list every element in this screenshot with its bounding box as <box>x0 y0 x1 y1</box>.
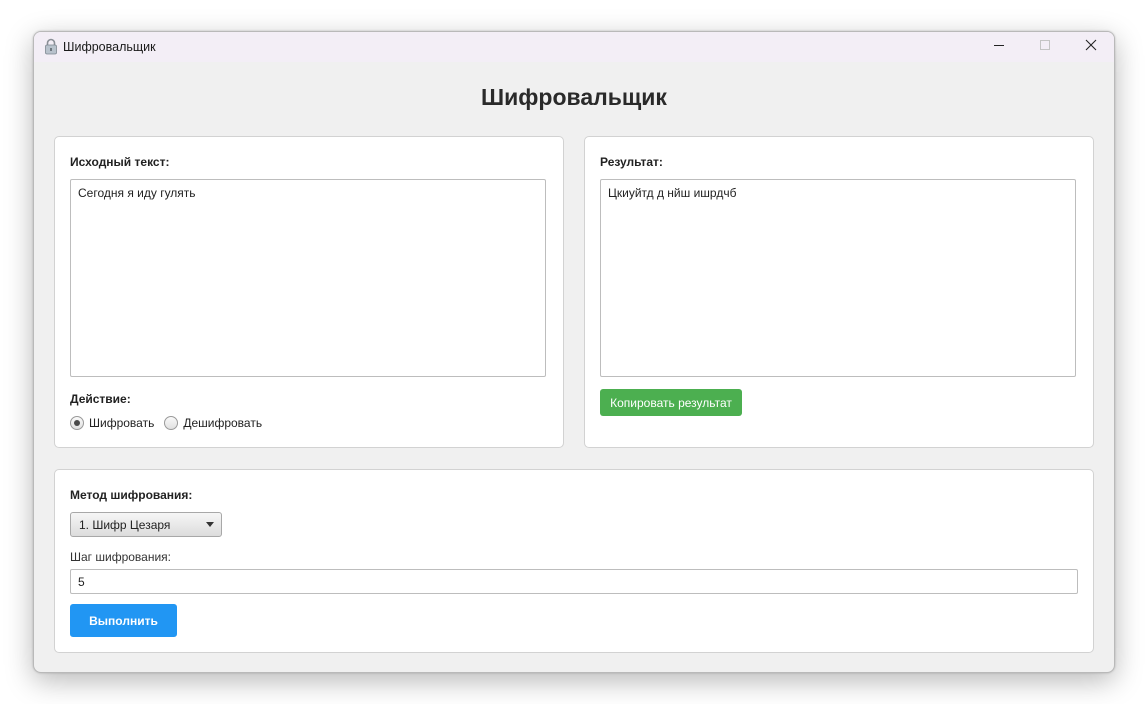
radio-decrypt-indicator[interactable] <box>164 416 179 430</box>
maximize-icon <box>1039 38 1051 56</box>
minimize-button[interactable] <box>976 32 1022 62</box>
maximize-button[interactable] <box>1022 32 1068 62</box>
source-textarea[interactable]: Сегодня я иду гулять <box>70 179 546 377</box>
copy-result-button[interactable]: Копировать результат <box>600 389 742 416</box>
method-panel: Метод шифрования: 1. Шифр Цезаря Шаг шиф… <box>54 469 1094 653</box>
step-input[interactable]: 5 <box>70 569 1078 594</box>
close-button[interactable] <box>1068 32 1114 62</box>
radio-encrypt[interactable]: Шифровать <box>70 416 154 430</box>
radio-encrypt-indicator[interactable] <box>70 416 84 430</box>
result-textarea[interactable]: Цкиуйтд д нйш ишрдчб <box>600 179 1076 377</box>
radio-encrypt-label[interactable]: Шифровать <box>89 416 154 430</box>
result-panel: Результат: Цкиуйтд д нйш ишрдчб Копирова… <box>584 136 1094 448</box>
method-select-value: 1. Шифр Цезаря <box>79 517 171 532</box>
close-icon <box>1085 38 1097 56</box>
window-title: Шифровальщик <box>63 40 156 54</box>
source-label: Исходный текст: <box>70 155 170 169</box>
lock-icon <box>44 38 58 55</box>
action-label: Действие: <box>70 392 131 406</box>
source-panel: Исходный текст: Сегодня я иду гулять Дей… <box>54 136 564 448</box>
title-bar[interactable]: Шифровальщик <box>34 32 1114 62</box>
chevron-down-icon <box>206 522 214 527</box>
step-label: Шаг шифрования: <box>70 550 172 564</box>
method-label: Метод шифрования: <box>70 488 193 502</box>
page-title: Шифровальщик <box>481 84 667 110</box>
method-select[interactable]: 1. Шифр Цезаря <box>70 512 222 537</box>
minimize-icon <box>993 38 1005 56</box>
app-window: Шифровальщик Шифровальщик Исходный текст… <box>33 31 1115 673</box>
action-radio-group: Шифровать Дешифровать <box>70 416 272 430</box>
result-label: Результат: <box>600 155 663 169</box>
execute-button[interactable]: Выполнить <box>70 604 177 637</box>
radio-decrypt-label[interactable]: Дешифровать <box>183 416 262 430</box>
radio-decrypt[interactable]: Дешифровать <box>164 416 262 430</box>
